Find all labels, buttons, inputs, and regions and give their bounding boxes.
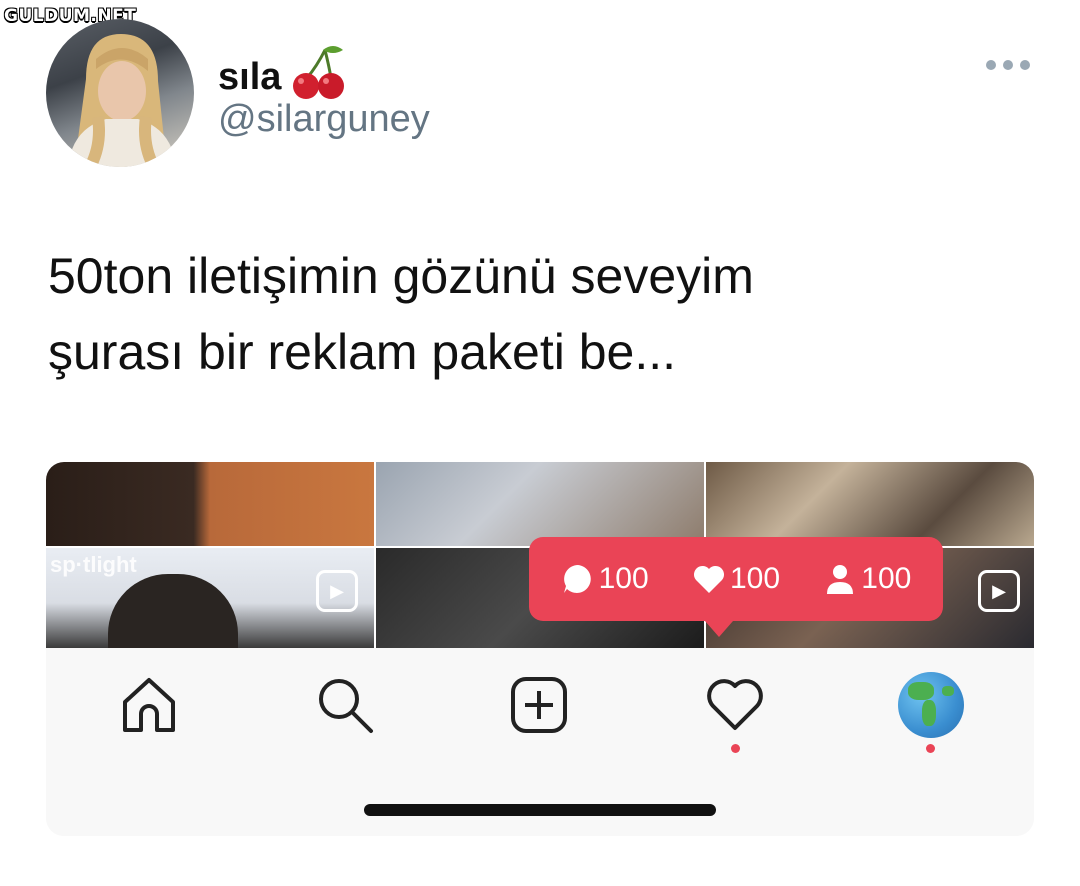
likes-count: 100	[692, 562, 780, 596]
tweet-line: şurası bir reklam paketi be...	[48, 324, 677, 380]
followers-value: 100	[861, 562, 912, 595]
tweet-line: 50ton iletişimin gözünü seveyim	[48, 248, 754, 304]
grid-tile[interactable]	[376, 462, 704, 546]
likes-value: 100	[729, 562, 781, 595]
avatar[interactable]	[46, 19, 194, 167]
bottom-tab-bar	[46, 648, 1034, 836]
grid-tile[interactable]	[46, 462, 374, 546]
embedded-screenshot[interactable]: sp·tlight ▶ ▶ 100 100 100	[46, 462, 1034, 836]
comment-icon	[563, 565, 591, 593]
display-name-text: sıla	[218, 55, 282, 98]
followers-count: 100	[823, 562, 911, 596]
add-post-icon[interactable]	[504, 670, 574, 740]
home-icon[interactable]	[114, 670, 184, 740]
tile-image	[108, 574, 238, 648]
more-options-icon[interactable]	[986, 55, 1030, 75]
notification-dot	[731, 744, 740, 753]
avatar-photo	[68, 34, 176, 167]
activity-heart-icon[interactable]	[700, 670, 770, 740]
heart-icon	[693, 565, 724, 593]
tile-label: sp·tlight	[50, 552, 137, 577]
person-icon	[827, 565, 854, 594]
tweet-text: 50ton iletişimin gözünü seveyim şurası b…	[48, 238, 1048, 390]
grid-tile[interactable]	[706, 462, 1034, 546]
comments-value: 100	[598, 562, 649, 595]
grid-tile[interactable]: sp·tlight ▶	[46, 548, 374, 648]
reel-icon: ▶	[316, 570, 358, 612]
notification-dot	[926, 744, 935, 753]
search-icon[interactable]	[310, 670, 380, 740]
home-indicator	[364, 804, 716, 816]
comments-count: 100	[561, 562, 649, 596]
reel-icon: ▶	[978, 570, 1020, 612]
globe-profile-icon[interactable]	[896, 670, 966, 740]
activity-notification-bubble[interactable]: 100 100 100	[529, 537, 943, 637]
username-handle[interactable]: @silarguney	[218, 98, 430, 141]
